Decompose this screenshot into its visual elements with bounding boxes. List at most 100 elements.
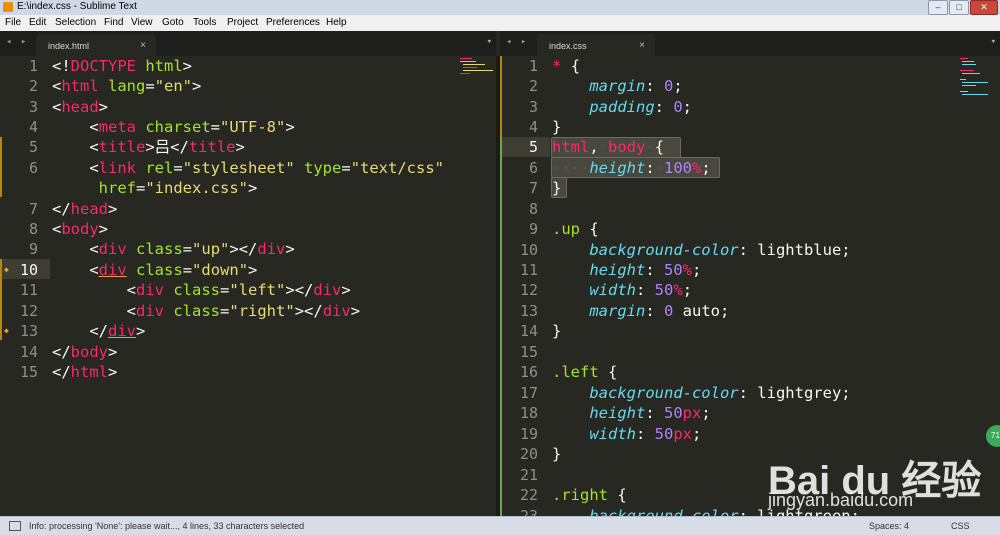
line-number-current: 5	[528, 138, 538, 156]
line-number: 22	[519, 486, 538, 504]
code-line: </head>	[52, 200, 118, 218]
line-number: 3	[528, 98, 538, 116]
line-number: 9	[28, 240, 38, 258]
code-line: <div class="right"></div>	[126, 302, 361, 320]
code-line: * {	[552, 57, 581, 75]
status-bar: Info: processing 'None': please wait...,…	[0, 516, 1000, 535]
line-number: 7	[528, 179, 538, 197]
menu-edit[interactable]: Edit	[29, 17, 46, 28]
code-line: .right {	[552, 486, 627, 504]
line-number: 15	[19, 363, 38, 381]
indentation-setting[interactable]: Spaces: 4	[869, 521, 909, 531]
menu-find[interactable]: Find	[104, 17, 123, 28]
line-number: 23	[519, 507, 538, 516]
panel-toggle-icon[interactable]	[9, 521, 21, 531]
tab-dropdown-icon[interactable]: ▾	[487, 37, 492, 47]
baidu-url-text: jingyan.baidu.com	[768, 490, 914, 510]
code-line: }	[552, 445, 562, 463]
line-number: 15	[519, 343, 538, 361]
line-number: 6	[528, 159, 538, 177]
code-line: background-color: lightgrey;	[589, 384, 851, 402]
code-line: </html>	[52, 363, 118, 381]
line-number-gutter: 1 2 3 4 5 6 7 8 9 10 11 12 13 14 15 16 1…	[500, 56, 544, 516]
minimap[interactable]	[958, 56, 998, 116]
code-line: <body>	[52, 220, 109, 238]
code-line: width: 50%;	[589, 281, 693, 299]
line-number: 13	[19, 322, 38, 340]
line-number: 12	[19, 302, 38, 320]
line-number: 14	[519, 322, 538, 340]
tab-close-icon[interactable]: ×	[140, 40, 146, 51]
code-line: height: 50px;	[589, 404, 711, 422]
line-number-gutter: 1 2 3 4 5 6 7 8 9 10 11 12 13 14 15	[0, 56, 44, 516]
tab-index-html[interactable]: index.html ×	[36, 34, 156, 56]
sublime-app-icon	[3, 2, 13, 12]
line-number: 6	[28, 159, 38, 177]
line-number: 4	[528, 118, 538, 136]
menu-preferences[interactable]: Preferences	[266, 17, 320, 28]
line-number: 13	[519, 302, 538, 320]
code-line: margin: 0 auto;	[589, 302, 730, 320]
line-number: 20	[519, 445, 538, 463]
tab-index-css[interactable]: index.css ×	[537, 34, 655, 56]
line-number: 11	[19, 281, 38, 299]
menu-view[interactable]: View	[131, 17, 153, 28]
status-message: Info: processing 'None': please wait...,…	[29, 521, 305, 531]
code-line: .left {	[552, 363, 618, 381]
code-line: width: 50px;	[589, 425, 702, 443]
code-line: <html lang="en">	[52, 77, 202, 95]
code-line: <meta charset="UTF-8">	[89, 118, 295, 136]
code-line: <div class="left"></div>	[126, 281, 351, 299]
code-line: </div>	[89, 322, 146, 340]
line-number: 2	[28, 77, 38, 95]
code-line: padding: 0;	[589, 98, 693, 116]
line-number: 17	[519, 384, 538, 402]
syntax-selector[interactable]: CSS	[951, 521, 970, 531]
code-line: }	[552, 322, 562, 340]
line-number: 7	[28, 200, 38, 218]
maximize-button[interactable]: □	[949, 0, 969, 15]
line-number-current: 10	[19, 261, 38, 279]
line-number: 1	[28, 57, 38, 75]
minimap[interactable]	[458, 56, 496, 116]
menu-goto[interactable]: Goto	[162, 17, 184, 28]
line-number: 1	[528, 57, 538, 75]
code-line: height: 50%;	[589, 261, 702, 279]
line-number: 14	[19, 343, 38, 361]
code-line: html,·body·{	[552, 138, 665, 156]
tab-nav-arrows-icon[interactable]: ◂ ▸	[6, 37, 28, 47]
line-number: 3	[28, 98, 38, 116]
code-line: margin: 0;	[589, 77, 683, 95]
code-line: <head>	[52, 98, 109, 116]
menu-tools[interactable]: Tools	[193, 17, 216, 28]
menu-project[interactable]: Project	[227, 17, 258, 28]
window-title: E:\index.css - Sublime Text	[17, 1, 137, 12]
close-window-button[interactable]: ✕	[970, 0, 998, 15]
menu-file[interactable]: File	[5, 17, 21, 28]
minimize-button[interactable]: –	[928, 0, 948, 15]
tab-label: index.css	[549, 41, 587, 51]
line-number: 18	[519, 404, 538, 422]
line-number: 19	[519, 425, 538, 443]
tab-label: index.html	[48, 41, 90, 51]
code-line: }	[552, 179, 562, 197]
left-tab-bar: ◂ ▸ index.html × ▾	[0, 31, 496, 56]
tab-nav-arrows-icon[interactable]: ◂ ▸	[506, 37, 528, 47]
line-number: 9	[528, 220, 538, 238]
line-number: 4	[28, 118, 38, 136]
line-number: 10	[519, 241, 538, 259]
menu-help[interactable]: Help	[326, 17, 347, 28]
code-line: background-color: lightblue;	[589, 241, 851, 259]
code-line: }	[552, 118, 562, 136]
code-line: <!DOCTYPE html>	[52, 57, 193, 75]
editor-pane-html[interactable]: ◆ ◆ 1 2 3 4 5 6 7 8 9 10 11 12 13 14 15 …	[0, 56, 496, 516]
baidu-watermark: Bai du 经验 jingyan.baidu.com	[750, 428, 1000, 518]
code-line: </body>	[52, 343, 118, 361]
line-number: 5	[28, 138, 38, 156]
tab-close-icon[interactable]: ×	[639, 40, 645, 51]
line-number: 2	[528, 77, 538, 95]
menu-selection[interactable]: Selection	[55, 17, 96, 28]
tab-dropdown-icon[interactable]: ▾	[991, 37, 996, 47]
line-number: 8	[528, 200, 538, 218]
code-line: href="index.css">	[98, 179, 258, 197]
